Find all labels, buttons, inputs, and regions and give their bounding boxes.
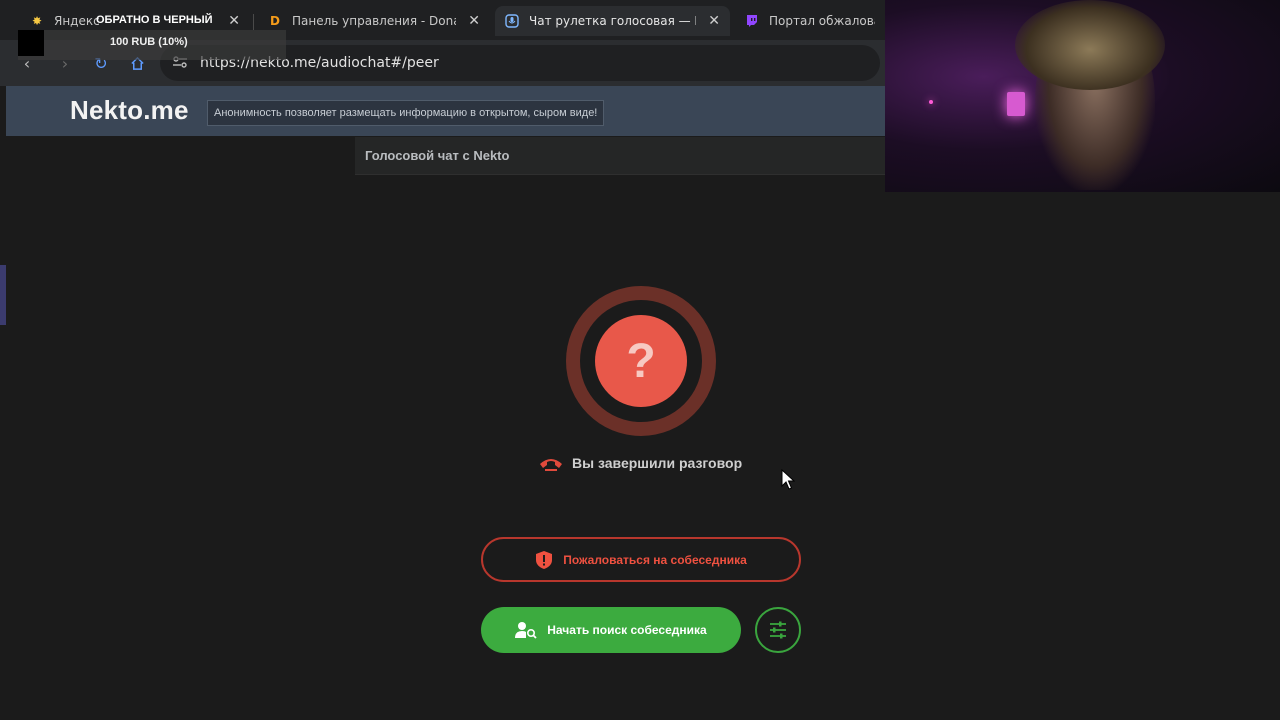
donationalerts-icon: D bbox=[270, 14, 280, 28]
close-tab-icon[interactable]: ✕ bbox=[228, 13, 240, 29]
overlay-banner-text: ОБРАТНО В ЧЕРНЫЙ bbox=[96, 14, 213, 26]
close-tab-icon[interactable]: ✕ bbox=[708, 13, 720, 29]
user-search-icon bbox=[515, 622, 537, 639]
tab-nekto-audiochat[interactable]: Чат рулетка голосовая — Nek ✕ bbox=[495, 6, 730, 36]
hang-up-phone-icon bbox=[540, 459, 562, 471]
unknown-peer-icon: ? bbox=[595, 315, 687, 407]
site-logo[interactable]: Nekto.me bbox=[70, 95, 189, 126]
donation-overlay-image bbox=[18, 30, 44, 56]
microphone-icon bbox=[505, 14, 519, 28]
tab-separator bbox=[253, 14, 254, 30]
twitch-icon bbox=[745, 14, 759, 28]
chat-title-bar: Голосовой чат с Nekto bbox=[355, 137, 885, 175]
chat-title: Голосовой чат с Nekto bbox=[365, 148, 510, 163]
left-edge-strip bbox=[0, 265, 6, 325]
donation-amount: 100 RUB (10%) bbox=[110, 36, 188, 48]
start-search-button[interactable]: Начать поиск собеседника bbox=[481, 607, 741, 653]
close-tab-icon[interactable]: ✕ bbox=[468, 13, 480, 29]
tab-donation-panel[interactable]: D Панель управления - Donation ✕ bbox=[258, 6, 490, 36]
report-peer-button[interactable]: Пожаловаться на собеседника bbox=[481, 537, 801, 582]
yandex-sun-icon: ✸ bbox=[31, 14, 43, 28]
call-ended-text: Вы завершили разговор bbox=[572, 455, 743, 471]
tab-label: Портал обжалования bbox=[769, 14, 875, 28]
tab-appeals-portal[interactable]: Портал обжалования bbox=[735, 6, 885, 36]
mouse-cursor-icon bbox=[781, 469, 795, 490]
webcam-lamp bbox=[1007, 92, 1025, 116]
report-peer-label: Пожаловаться на собеседника bbox=[563, 552, 747, 567]
webcam-overlay bbox=[885, 0, 1280, 192]
webcam-light-dot bbox=[929, 100, 933, 104]
sliders-icon bbox=[770, 621, 786, 639]
start-search-label: Начать поиск собеседника bbox=[547, 623, 707, 637]
call-ended-message: Вы завершили разговор bbox=[538, 452, 742, 474]
tab-label: Чат рулетка голосовая — Nek bbox=[529, 14, 696, 28]
site-motto: Анонимность позволяет размещать информац… bbox=[207, 100, 605, 126]
site-header: Nekto.me Анонимность позволяет размещать… bbox=[6, 86, 885, 136]
search-settings-button[interactable] bbox=[755, 607, 801, 653]
shield-alert-icon bbox=[536, 550, 553, 569]
webcam-person-hair bbox=[1015, 0, 1165, 90]
tab-label: Панель управления - Donation bbox=[292, 14, 456, 28]
peer-status-indicator: ? bbox=[566, 286, 716, 436]
